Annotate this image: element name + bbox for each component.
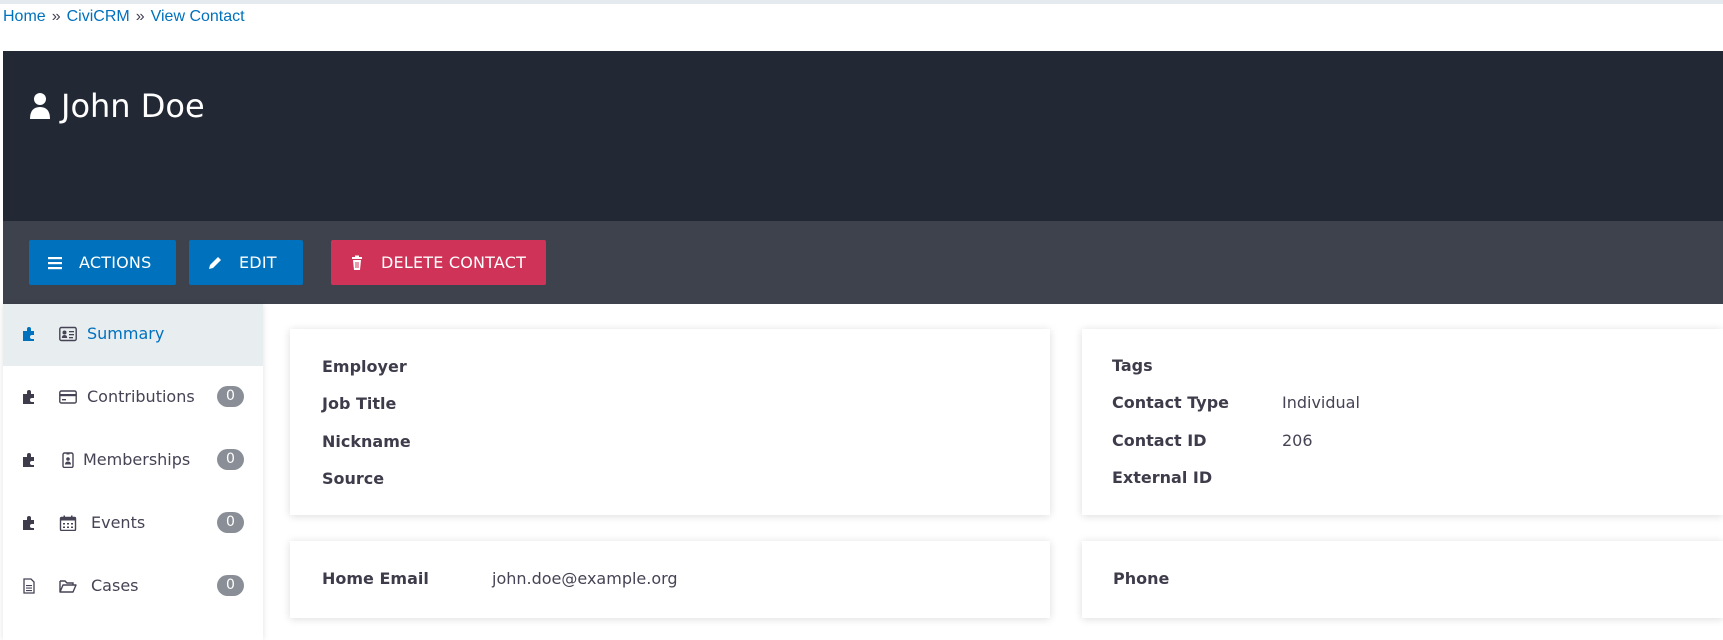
folder-open-icon <box>59 580 77 593</box>
bars-icon <box>48 256 62 269</box>
contact-tabs: Summary Contributions 0 Memberships 0 Ev… <box>3 304 263 640</box>
employer-label: Employer <box>322 357 407 376</box>
external-id-label: External ID <box>1112 468 1213 487</box>
phone-panel: Phone <box>1082 541 1723 618</box>
actions-button-label: ACTIONS <box>79 253 152 272</box>
breadcrumb-separator: » <box>51 8 61 25</box>
breadcrumb-view-contact-link[interactable]: View Contact <box>151 8 245 25</box>
tab-count-badge: 0 <box>217 575 244 596</box>
action-bar: ACTIONS EDIT DELETE CONTACT <box>3 221 1723 304</box>
calendar-icon <box>59 515 77 531</box>
breadcrumb-civicrm-link[interactable]: CiviCRM <box>67 8 130 25</box>
puzzle-icon <box>23 390 34 404</box>
breadcrumb-separator: » <box>135 8 145 25</box>
breadcrumb-home-link[interactable]: Home <box>3 8 46 25</box>
contact-header: John Doe <box>3 51 1723 221</box>
tab-count-badge: 0 <box>217 512 244 533</box>
home-email-label: Home Email <box>322 569 429 588</box>
tab-label: Memberships <box>83 450 191 469</box>
tab-label: Summary <box>87 324 165 343</box>
tab-summary[interactable]: Summary <box>3 304 263 366</box>
top-strip <box>0 0 1723 4</box>
job-title-label: Job Title <box>322 394 397 413</box>
credit-card-icon <box>59 390 77 404</box>
tab-cases[interactable]: Cases 0 <box>3 556 263 618</box>
source-label: Source <box>322 469 385 488</box>
contact-type-value: Individual <box>1282 393 1360 412</box>
tags-label: Tags <box>1112 356 1153 375</box>
nickname-label: Nickname <box>322 432 411 451</box>
contact-id-value: 206 <box>1282 431 1313 450</box>
tab-events[interactable]: Events 0 <box>3 493 263 555</box>
home-email-value[interactable]: john.doe@example.org <box>492 569 678 588</box>
contact-id-label: Contact ID <box>1112 431 1207 450</box>
contact-name: John Doe <box>61 87 205 125</box>
puzzle-icon <box>23 327 34 341</box>
id-badge-icon <box>62 452 74 468</box>
contact-basic-panel: Employer Job Title Nickname Source <box>290 329 1050 515</box>
breadcrumb: Home » CiviCRM » View Contact <box>3 8 245 26</box>
file-icon <box>23 578 35 594</box>
contact-type-label: Contact Type <box>1112 393 1230 412</box>
actions-button[interactable]: ACTIONS <box>29 240 176 285</box>
edit-button-label: EDIT <box>239 253 277 272</box>
pencil-icon <box>209 256 221 269</box>
tab-label: Cases <box>91 576 139 595</box>
edit-button[interactable]: EDIT <box>189 240 303 285</box>
delete-contact-button-label: DELETE CONTACT <box>381 253 527 272</box>
tab-contributions[interactable]: Contributions 0 <box>3 367 263 429</box>
puzzle-icon <box>23 516 34 530</box>
puzzle-icon <box>23 453 34 467</box>
contact-title: John Doe <box>29 87 205 125</box>
delete-contact-button[interactable]: DELETE CONTACT <box>331 240 546 285</box>
tab-count-badge: 0 <box>217 449 244 470</box>
phone-label: Phone <box>1113 569 1170 588</box>
tab-count-badge: 0 <box>217 386 244 407</box>
id-card-icon <box>59 326 77 342</box>
tab-memberships[interactable]: Memberships 0 <box>3 430 263 492</box>
contact-meta-panel: Tags Contact Type Individual Contact ID … <box>1082 329 1723 515</box>
tab-label: Contributions <box>87 387 195 406</box>
user-icon <box>30 93 50 119</box>
trash-icon <box>352 255 362 270</box>
email-panel: Home Email john.doe@example.org <box>290 541 1050 618</box>
tab-label: Events <box>91 513 146 532</box>
